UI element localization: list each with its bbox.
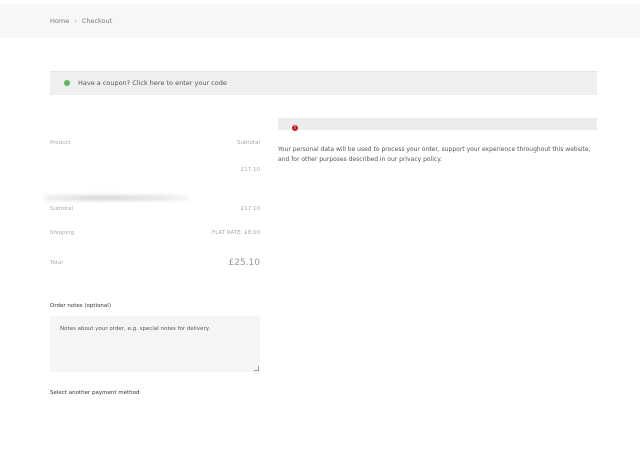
coupon-link[interactable]: Have a coupon? Click here to enter your … (78, 79, 227, 87)
subtotal-row: Subtotal £17.10 (50, 206, 260, 216)
info-icon (64, 80, 70, 86)
error-icon: ! (292, 125, 298, 131)
shipping-value: FLAT RATE: £8.00 (212, 230, 260, 236)
subtotal-column-header: Subtotal (236, 140, 260, 146)
payment-methods-box: ! (278, 118, 597, 131)
table-row: £17.10 (44, 167, 260, 201)
resize-handle-icon[interactable] (254, 366, 259, 371)
subtotal-value: £17.10 (240, 206, 260, 212)
breadcrumb-bar: Home › Checkout (0, 4, 640, 38)
total-value: £25.10 (228, 258, 261, 268)
total-label: Total (50, 260, 63, 266)
order-notes-input[interactable] (50, 316, 260, 372)
select-payment-method-link[interactable]: Select another payment method (50, 390, 139, 396)
shipping-row: Shipping FLAT RATE: £8.00 (50, 230, 260, 240)
breadcrumb-current: Checkout (81, 17, 113, 25)
table-header-row: Product Subtotal (50, 140, 260, 150)
product-name-blurred (44, 195, 189, 201)
total-row: Total £25.10 (50, 258, 260, 272)
coupon-notice: Have a coupon? Click here to enter your … (50, 71, 597, 95)
breadcrumb: Home › Checkout (50, 17, 112, 25)
breadcrumb-separator: › (74, 17, 77, 25)
breadcrumb-home-link[interactable]: Home (50, 17, 69, 25)
subtotal-label: Subtotal (50, 206, 74, 212)
privacy-policy-text: Your personal data will be used to proce… (278, 146, 591, 163)
shipping-label: Shipping (50, 230, 74, 236)
order-notes-label: Order notes (optional) (50, 303, 111, 309)
line-item-price: £17.10 (240, 167, 260, 173)
product-column-header: Product (50, 140, 71, 146)
